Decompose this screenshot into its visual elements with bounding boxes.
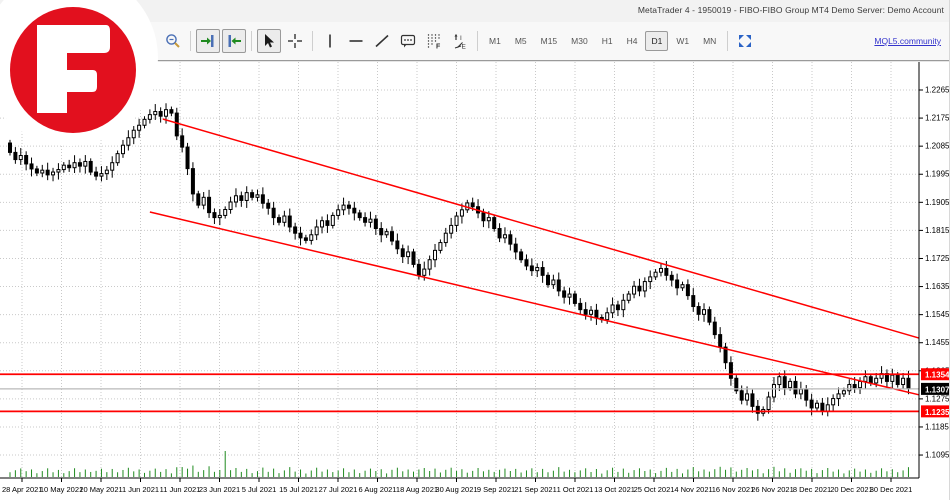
fibonacci-icon: F xyxy=(427,34,441,50)
mql5-community-link[interactable]: MQL5.community xyxy=(874,36,941,46)
auto-scroll-icon xyxy=(201,35,214,47)
current-price-line-badge: 1.1307 xyxy=(921,382,950,395)
grid xyxy=(0,62,919,478)
date-axis-label: 15 Jul 2021 xyxy=(279,485,318,494)
vertical-line-button[interactable] xyxy=(318,29,342,53)
timeframe-buttons: M1 M5 M15 M30 H1 H4 D1 W1 MN xyxy=(482,31,723,51)
toolbar-separator xyxy=(251,31,252,51)
fullscreen-button[interactable] xyxy=(733,29,757,53)
timeframe-h1[interactable]: H1 xyxy=(596,31,619,51)
date-axis-label: 4 Nov 2021 xyxy=(674,485,712,494)
horizontal-line-icon xyxy=(349,40,363,42)
candlestick-series xyxy=(8,103,911,421)
timeframe-mn[interactable]: MN xyxy=(697,31,722,51)
svg-text:1.1307: 1.1307 xyxy=(925,385,950,394)
price-axis-label: 1.2085 xyxy=(925,142,950,151)
price-axis-label: 1.1725 xyxy=(925,254,950,263)
price-axis-label: 1.1905 xyxy=(925,198,950,207)
timeframe-m30[interactable]: M30 xyxy=(565,31,594,51)
toolbar-separator xyxy=(477,31,478,51)
price-axis-label: 1.1455 xyxy=(925,338,950,347)
price-axis-label: 1.1995 xyxy=(925,170,950,179)
crosshair-button[interactable] xyxy=(283,29,307,53)
toolbar-separator xyxy=(190,31,191,51)
date-axis-label: 13 Oct 2021 xyxy=(594,485,635,494)
svg-text:F: F xyxy=(436,44,441,50)
svg-text:I: I xyxy=(460,35,462,42)
svg-text:1.1354: 1.1354 xyxy=(925,371,950,380)
price-axis-label: 1.2175 xyxy=(925,114,950,123)
text-label-button[interactable] xyxy=(396,29,420,53)
window-title: MetaTrader 4 - 1950019 - FIBO-FIBO Group… xyxy=(637,5,944,15)
metatrader-window: 1.2265 1.2175 1.2085 1.1995 1.1905 1.1815 1.17… xyxy=(0,0,950,500)
price-axis-label: 1.1635 xyxy=(925,282,950,291)
svg-text:E: E xyxy=(462,44,467,50)
price-axis-label: 1.1545 xyxy=(925,310,950,319)
date-axis-label: 6 Aug 2021 xyxy=(359,485,397,494)
date-axis-label: 5 Jul 2021 xyxy=(242,485,277,494)
date-axis-label: 21 Sep 2021 xyxy=(514,485,557,494)
crosshair-icon xyxy=(288,34,302,48)
toolbar: F I E M1 M5 M15 M30 H1 H4 D1 W1 MN xyxy=(0,22,949,61)
timeframe-h4[interactable]: H4 xyxy=(621,31,644,51)
cursor-button[interactable] xyxy=(257,29,281,53)
title-bar: MetaTrader 4 - 1950019 - FIBO-FIBO Group… xyxy=(0,0,949,23)
date-axis-label: 9 Sep 2021 xyxy=(477,485,515,494)
date-axis-label: 30 Dec 2021 xyxy=(870,485,913,494)
timeframe-m15[interactable]: M15 xyxy=(535,31,564,51)
price-axis-label: 1.1185 xyxy=(925,422,949,431)
date-axis-label: 1 Oct 2021 xyxy=(557,485,594,494)
date-axis-label: 26 Nov 2021 xyxy=(751,485,794,494)
trendline-icon xyxy=(375,34,389,48)
timeframe-m5[interactable]: M5 xyxy=(509,31,533,51)
date-axis-label: 10 May 2021 xyxy=(40,485,83,494)
fullscreen-icon xyxy=(739,35,752,47)
date-axis-label: 8 Dec 2021 xyxy=(793,485,831,494)
zoom-out-button[interactable] xyxy=(161,29,185,53)
price-axis-label: 1.1275 xyxy=(925,394,950,403)
date-axis-label: 16 Nov 2021 xyxy=(712,485,755,494)
chart-shift-button[interactable] xyxy=(222,29,246,53)
price-axis-label: 1.1095 xyxy=(925,451,950,460)
cursor-icon xyxy=(265,34,274,48)
vertical-line-icon xyxy=(329,34,331,48)
timeframe-d1[interactable]: D1 xyxy=(645,31,669,51)
horizontal-line-button[interactable] xyxy=(344,29,368,53)
date-axis-label: 18 Aug 2021 xyxy=(396,485,438,494)
date-axis-label: 30 Aug 2021 xyxy=(435,485,477,494)
text-balloon-icon xyxy=(400,34,416,48)
arrows-icon: I E xyxy=(454,34,467,50)
date-axis-label: 27 Jul 2021 xyxy=(319,485,358,494)
date-axis-label: 1 Jun 2021 xyxy=(122,485,159,494)
timeframe-w1[interactable]: W1 xyxy=(670,31,695,51)
timeframe-m1[interactable]: M1 xyxy=(483,31,507,51)
date-axis-label: 11 Jun 2021 xyxy=(160,485,201,494)
fibonacci-button[interactable]: F xyxy=(422,29,446,53)
svg-text:1.1235: 1.1235 xyxy=(925,408,950,417)
date-axis-label: 25 Oct 2021 xyxy=(634,485,675,494)
date-axis-label: 20 Dec 2021 xyxy=(830,485,873,494)
date-axis-label: 28 Apr 2021 xyxy=(2,485,42,494)
zoom-out-icon xyxy=(166,34,180,48)
toolbar-separator xyxy=(727,31,729,51)
axes: 1.2265 1.2175 1.2085 1.1995 1.1905 1.1815 1.17… xyxy=(0,62,950,494)
support-line-badge: 1.1235 xyxy=(921,405,950,418)
price-axis-label: 1.2265 xyxy=(925,86,950,95)
trendline-button[interactable] xyxy=(370,29,394,53)
date-axis-label: 20 May 2021 xyxy=(79,485,122,494)
toolbar-separator xyxy=(312,31,313,51)
price-chart[interactable]: 1.2265 1.2175 1.2085 1.1995 1.1905 1.1815 1.17… xyxy=(0,0,950,500)
date-axis-label: 23 Jun 2021 xyxy=(199,485,240,494)
resistance-line-badge: 1.1354 xyxy=(921,368,950,381)
auto-scroll-button[interactable] xyxy=(196,29,220,53)
arrows-button[interactable]: I E xyxy=(448,29,472,53)
channel-lower[interactable] xyxy=(149,211,920,396)
chart-shift-icon xyxy=(228,35,241,47)
price-axis-label: 1.1815 xyxy=(925,226,950,235)
